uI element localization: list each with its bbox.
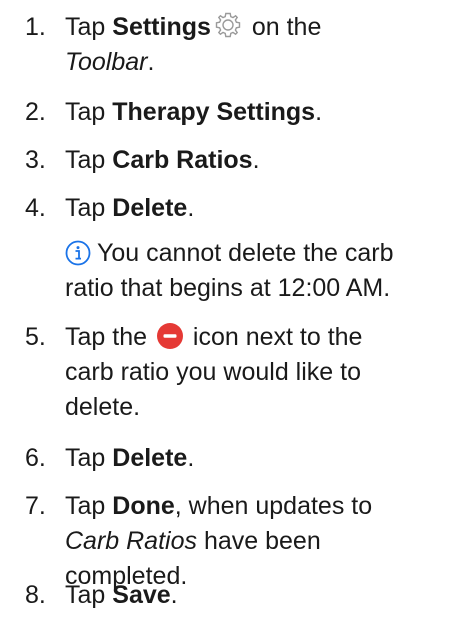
- step-text: .: [147, 48, 155, 76]
- step-bold: Delete: [112, 194, 188, 222]
- step-text: on the: [244, 13, 322, 41]
- step-number: 8.: [25, 581, 46, 609]
- step-bold: Settings: [112, 13, 211, 41]
- step-number: 4.: [25, 194, 46, 222]
- step-text: Tap: [65, 492, 113, 520]
- step-text: , when updates to: [174, 492, 373, 520]
- step-number: 6.: [25, 444, 46, 472]
- step-italic: Toolbar: [65, 48, 148, 76]
- note-text: ratio that begins at 12:00 AM.: [65, 274, 391, 302]
- step-text: Tap: [65, 146, 113, 174]
- step-number: 1.: [25, 13, 46, 41]
- minus-circle-icon: [156, 323, 183, 349]
- step-text: Tap: [65, 98, 113, 126]
- step-italic: Carb Ratios: [65, 527, 197, 555]
- step-number: 7.: [25, 492, 46, 520]
- step-text: .: [187, 194, 195, 222]
- step-text: icon next to the: [185, 323, 363, 351]
- gear-icon: [215, 12, 241, 38]
- step-text: Tap: [65, 194, 113, 222]
- step-number: 5.: [25, 323, 46, 351]
- step-text: have been: [197, 527, 321, 555]
- step-text: Tap: [65, 581, 113, 609]
- info-icon: [65, 240, 91, 266]
- note-text: You cannot delete the carb: [97, 239, 394, 267]
- step-bold: Therapy Settings: [112, 98, 316, 126]
- step-text: Tap: [65, 13, 113, 41]
- step-bold: Delete: [112, 444, 188, 472]
- step-text: .: [252, 146, 260, 174]
- step-text: Tap: [65, 444, 113, 472]
- step-text: .: [315, 98, 323, 126]
- step-number: 2.: [25, 98, 46, 126]
- step-text: .: [187, 444, 195, 472]
- instruction-list: 1. Tap Settings on the Toolbar. 2. Tap T…: [0, 0, 472, 619]
- note: You cannot delete the carb: [65, 236, 465, 271]
- step-number: 3.: [25, 146, 46, 174]
- step-text: .: [170, 581, 178, 609]
- step-bold: Done: [112, 492, 175, 520]
- step-text: carb ratio you would like to: [65, 358, 361, 386]
- step-bold: Save: [112, 581, 171, 609]
- step-text: Tap the: [65, 323, 154, 351]
- step-text: delete.: [65, 393, 141, 421]
- step-bold: Carb Ratios: [112, 146, 253, 174]
